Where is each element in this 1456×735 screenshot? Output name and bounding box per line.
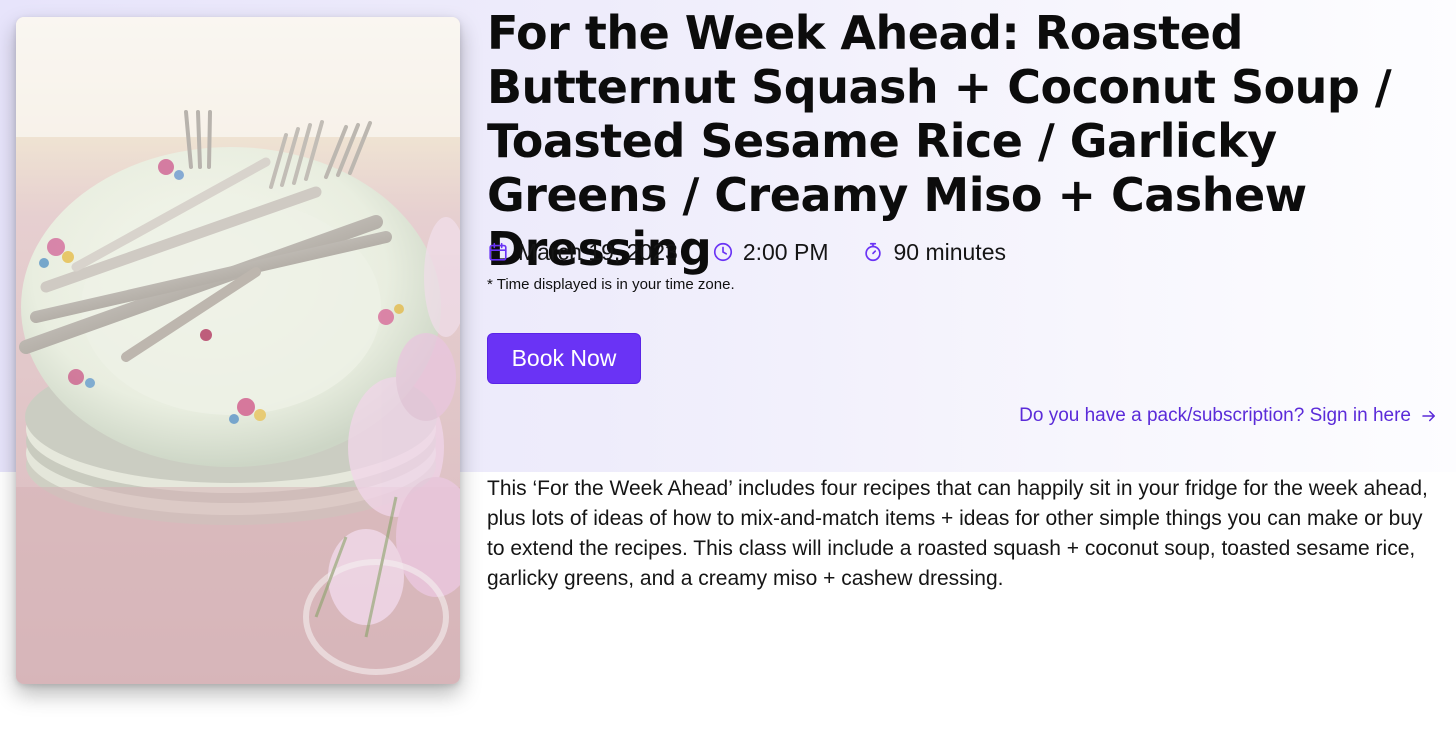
event-duration-text: 90 minutes [893,238,1006,265]
event-date: March 19, 2023 [487,239,678,266]
event-duration: 90 minutes [862,239,1006,266]
signin-link-label: Do you have a pack/subscription? Sign in… [1019,405,1411,426]
signin-link[interactable]: Do you have a pack/subscription? Sign in… [1019,405,1438,427]
book-now-button[interactable]: Book Now [487,333,641,384]
arrow-right-icon [1422,410,1435,422]
event-description: This ‘For the Week Ahead’ includes four … [487,477,1428,590]
event-photo-illustration [16,17,460,684]
event-time-text: 2:00 PM [742,238,829,265]
stopwatch-icon [865,242,882,262]
event-photo [16,17,460,684]
event-date-text: March 19, 2023 [518,238,678,265]
calendar-icon [489,242,507,261]
event-time: 2:00 PM [712,238,829,266]
clock-icon [713,242,732,262]
timezone-note: * Time displayed is in your time zone. [487,276,735,293]
event-meta: March 19, 2023 2:00 PM 90 minutes [487,236,1040,268]
